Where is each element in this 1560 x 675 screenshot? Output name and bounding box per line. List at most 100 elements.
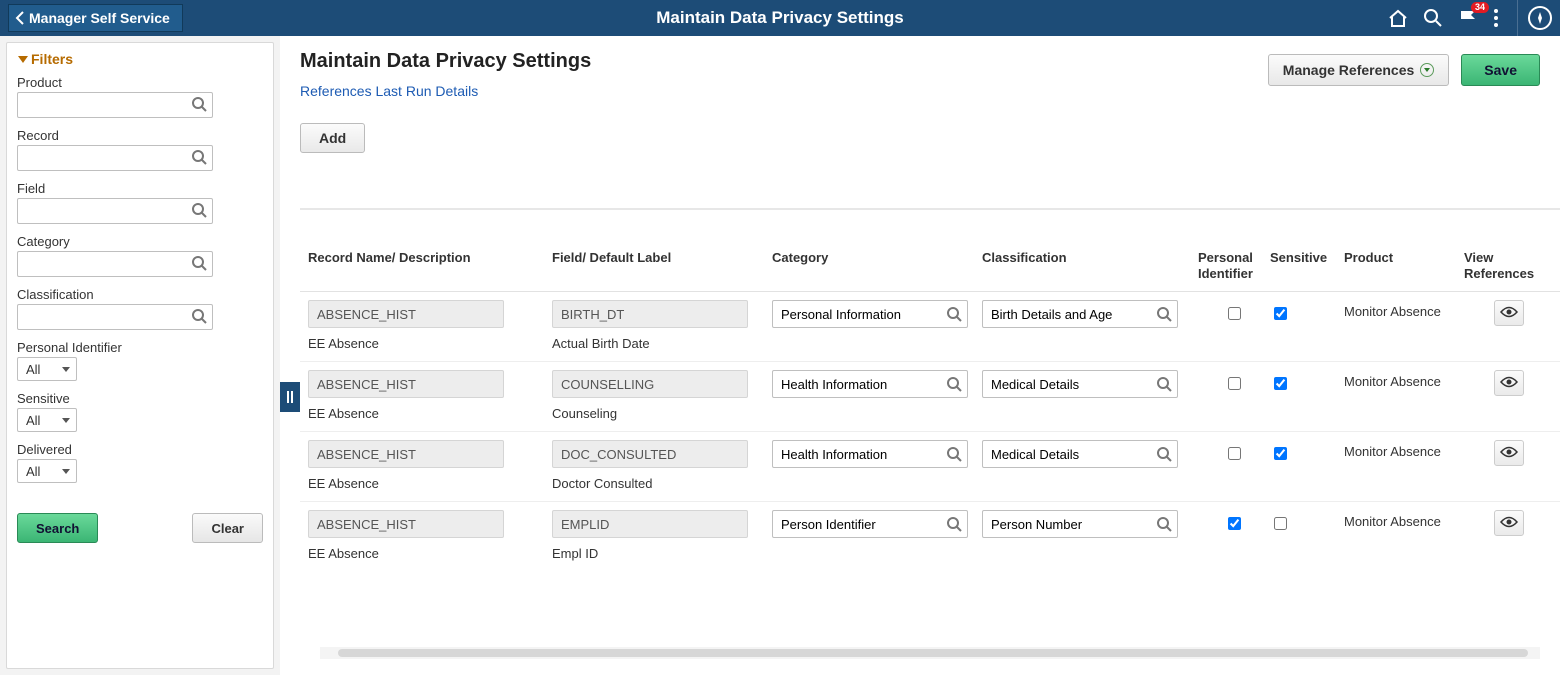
- product-text: Monitor Absence: [1344, 510, 1464, 538]
- filter-delivered-value: All: [26, 464, 40, 479]
- filter-sensitive-label: Sensitive: [17, 391, 263, 406]
- eye-icon: [1500, 445, 1518, 462]
- col-header-field: Field/ Default Label: [552, 240, 772, 291]
- filter-category-label: Category: [17, 234, 263, 249]
- manage-references-button[interactable]: Manage References: [1268, 54, 1450, 86]
- eye-icon: [1500, 305, 1518, 322]
- product-text: Monitor Absence: [1344, 300, 1464, 328]
- add-button-label: Add: [319, 130, 346, 146]
- collapse-triangle-icon: [17, 53, 29, 65]
- references-last-run-link[interactable]: References Last Run Details: [300, 83, 478, 99]
- personal-identifier-checkbox[interactable]: [1228, 447, 1241, 460]
- sidebar: Filters Product Record Field: [0, 36, 280, 675]
- filter-sensitive-select[interactable]: All: [17, 408, 77, 432]
- filter-sensitive-value: All: [26, 413, 40, 428]
- notification-badge: 34: [1471, 2, 1489, 13]
- search-button[interactable]: Search: [17, 513, 98, 543]
- filter-pi-label: Personal Identifier: [17, 340, 263, 355]
- data-grid: Record Name/ Description Field/ Default …: [300, 208, 1560, 663]
- col-header-product: Product: [1344, 240, 1464, 291]
- record-name-field: ABSENCE_HIST: [308, 300, 504, 328]
- record-description: EE Absence: [300, 406, 552, 421]
- main-content: Maintain Data Privacy Settings Reference…: [280, 36, 1560, 675]
- view-references-button[interactable]: [1494, 300, 1524, 326]
- notifications-icon[interactable]: 34: [1457, 8, 1479, 28]
- record-description: EE Absence: [300, 336, 552, 351]
- save-button-label: Save: [1484, 62, 1517, 78]
- clear-button[interactable]: Clear: [192, 513, 263, 543]
- search-button-label: Search: [36, 521, 79, 536]
- field-name-field: BIRTH_DT: [552, 300, 748, 328]
- home-icon[interactable]: [1387, 8, 1409, 28]
- field-description: Actual Birth Date: [552, 336, 772, 351]
- sensitive-checkbox[interactable]: [1274, 307, 1287, 320]
- filter-record-input[interactable]: [17, 145, 213, 171]
- filter-category-input[interactable]: [17, 251, 213, 277]
- personal-identifier-checkbox[interactable]: [1228, 307, 1241, 320]
- filter-product-label: Product: [17, 75, 263, 90]
- topbar-icon-group: 34: [1387, 0, 1552, 36]
- filter-delivered-select[interactable]: All: [17, 459, 77, 483]
- eye-icon: [1500, 375, 1518, 392]
- compass-icon: [1528, 6, 1552, 30]
- chevron-left-icon: [15, 11, 25, 25]
- page-banner-title: Maintain Data Privacy Settings: [0, 8, 1560, 28]
- filter-record-label: Record: [17, 128, 263, 143]
- filter-product-input[interactable]: [17, 92, 213, 118]
- col-header-category: Category: [772, 240, 982, 291]
- classification-input[interactable]: [982, 370, 1178, 398]
- classification-input[interactable]: [982, 440, 1178, 468]
- category-input[interactable]: [772, 440, 968, 468]
- scrollbar-thumb[interactable]: [338, 649, 1528, 657]
- field-description: Counseling: [552, 406, 772, 421]
- sensitive-checkbox[interactable]: [1274, 517, 1287, 530]
- product-text: Monitor Absence: [1344, 440, 1464, 468]
- sensitive-checkbox[interactable]: [1274, 377, 1287, 390]
- back-button[interactable]: Manager Self Service: [8, 4, 183, 32]
- add-button[interactable]: Add: [300, 123, 365, 153]
- actions-menu-icon[interactable]: [1493, 8, 1499, 28]
- field-name-field: DOC_CONSULTED: [552, 440, 748, 468]
- back-button-label: Manager Self Service: [29, 10, 170, 26]
- category-input[interactable]: [772, 300, 968, 328]
- filter-classification-input[interactable]: [17, 304, 213, 330]
- table-row: ABSENCE_HISTCOUNSELLINGMonitor AbsenceEE…: [300, 362, 1560, 432]
- save-button[interactable]: Save: [1461, 54, 1540, 86]
- sensitive-checkbox[interactable]: [1274, 447, 1287, 460]
- table-row: ABSENCE_HIST DOC_CONSULTED Monitor Absence…: [300, 432, 1560, 502]
- col-header-classification: Classification: [982, 240, 1198, 291]
- filters-title: Filters: [31, 51, 73, 67]
- field-description: Doctor Consulted: [552, 476, 772, 491]
- record-description: EE Absence: [300, 476, 552, 491]
- eye-icon: [1500, 515, 1518, 532]
- classification-input[interactable]: [982, 510, 1178, 538]
- col-header-view: View References: [1464, 240, 1544, 291]
- filters-header[interactable]: Filters: [17, 51, 263, 67]
- personal-identifier-checkbox[interactable]: [1228, 517, 1241, 530]
- product-text: Monitor Absence: [1344, 370, 1464, 398]
- personal-identifier-checkbox[interactable]: [1228, 377, 1241, 390]
- record-name-field: ABSENCE_HIST: [308, 510, 504, 538]
- clear-button-label: Clear: [211, 521, 244, 536]
- field-name-field: EMPLID: [552, 510, 748, 538]
- sidebar-collapse-handle[interactable]: [280, 382, 300, 412]
- view-references-button[interactable]: [1494, 370, 1524, 396]
- page-title: Maintain Data Privacy Settings: [300, 50, 591, 73]
- classification-input[interactable]: [982, 300, 1178, 328]
- filter-pi-select[interactable]: All: [17, 357, 77, 381]
- filter-field-input[interactable]: [17, 198, 213, 224]
- category-input[interactable]: [772, 370, 968, 398]
- view-references-button[interactable]: [1494, 510, 1524, 536]
- field-description: Empl ID: [552, 546, 772, 561]
- col-header-pi: Personal Identifier: [1198, 240, 1270, 291]
- navbar-compass[interactable]: [1517, 0, 1552, 36]
- horizontal-scrollbar[interactable]: [320, 647, 1540, 659]
- view-references-button[interactable]: [1494, 440, 1524, 466]
- record-name-field: ABSENCE_HIST: [308, 370, 504, 398]
- record-description: EE Absence: [300, 546, 552, 561]
- col-header-sensitive: Sensitive: [1270, 240, 1344, 291]
- grid-header-row: Record Name/ Description Field/ Default …: [300, 240, 1560, 292]
- record-name-field: ABSENCE_HIST: [308, 440, 504, 468]
- category-input[interactable]: [772, 510, 968, 538]
- search-icon[interactable]: [1423, 8, 1443, 28]
